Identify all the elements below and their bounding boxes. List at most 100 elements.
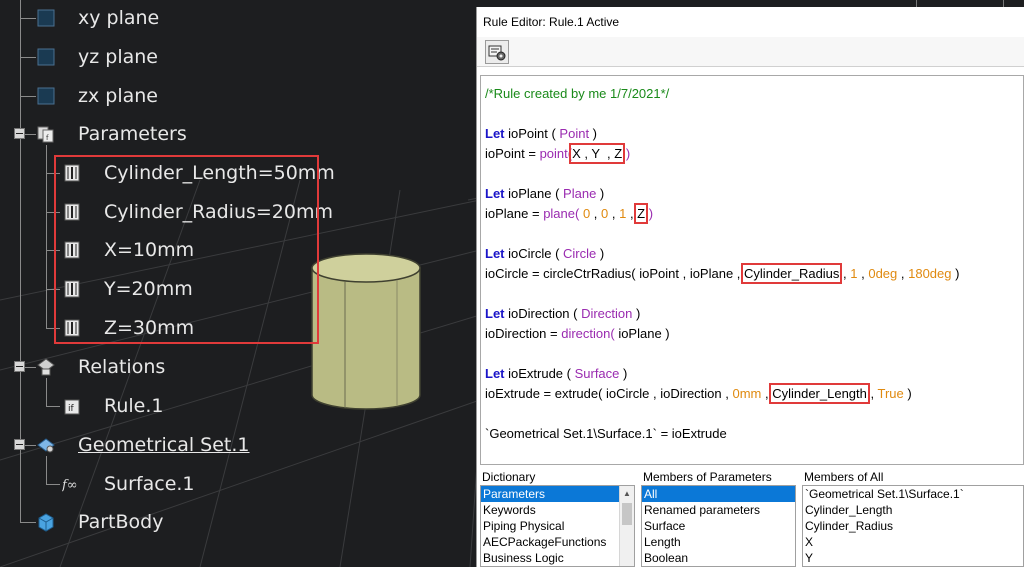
scroll-thumb[interactable] [622, 503, 632, 525]
tree-item-partbody[interactable]: PartBody [36, 509, 163, 535]
tree-item-rule[interactable]: if Rule.1 [62, 393, 164, 419]
code-type: Plane [563, 186, 597, 201]
code-text: ) [632, 306, 641, 321]
cylinder-model[interactable] [311, 253, 421, 410]
settings-icon [488, 45, 506, 60]
code-text: , [608, 206, 620, 221]
list-item[interactable]: Cylinder_Radius [803, 518, 1023, 534]
list-item[interactable]: All [642, 486, 795, 502]
list-item[interactable]: X [803, 534, 1023, 550]
dictionary-header: Dictionary [482, 470, 536, 484]
highlighted-length-arg: Cylinder_Length [769, 383, 870, 404]
code-text: ioExtrude ( [504, 366, 575, 381]
window-title: Rule Editor: Rule.1 Active [483, 15, 620, 29]
members-of-all-panel: Members of All `Geometrical Set.1\Surfac… [802, 469, 1024, 567]
parameters-highlight-box [54, 155, 319, 344]
code-function: point( [539, 146, 573, 161]
list-item[interactable]: Piping Physical [481, 518, 634, 534]
dictionary-panel: Dictionary Parameters Keywords Piping Ph… [480, 469, 635, 567]
tree-item-geometrical-set[interactable]: Geometrical Set.1 [36, 432, 250, 458]
highlighted-xyz-args: X , Y , Z [569, 143, 626, 164]
code-type: Circle [563, 246, 597, 261]
parameters-icon: f [36, 124, 56, 144]
list-item[interactable]: Cylinder_Length [803, 502, 1023, 518]
tree-item-parameters[interactable]: f Parameters [36, 121, 187, 147]
list-item[interactable]: AECPackageFunctions [481, 534, 634, 550]
relations-collapse-toggle[interactable] [14, 361, 25, 372]
code-text: ) [619, 366, 628, 381]
code-text: ioDirection = [485, 326, 562, 341]
code-text: ioPoint ( [504, 126, 560, 141]
code-type: Direction [581, 306, 633, 321]
code-text: ioExtrude = extrude( ioCircle , ioDirect… [485, 386, 733, 401]
plane-icon [36, 8, 56, 28]
plane-icon [36, 86, 56, 106]
highlighted-radius-arg: Cylinder_Radius [741, 263, 843, 284]
code-number: 0deg [868, 266, 898, 281]
members-of-parameters-header: Members of Parameters [643, 470, 772, 484]
rule-editor-window: Rule Editor: Rule.1 Active /*Rule create… [476, 7, 1024, 567]
keyword-let: Let [485, 186, 505, 201]
list-item[interactable]: Business Logic [481, 550, 634, 566]
list-item[interactable]: Parameters [481, 486, 634, 502]
relations-icon [36, 357, 56, 377]
code-text: ioPoint = [485, 146, 540, 161]
code-text: ioCircle = circleCtrRadius( ioPoint , io… [485, 266, 745, 281]
rule-settings-button[interactable] [485, 39, 509, 64]
code-text: ioPlane ( [504, 186, 564, 201]
code-type: Point [559, 126, 590, 141]
members-of-parameters-list[interactable]: All Renamed parameters Surface Length Bo… [641, 485, 796, 567]
tree-item-relations[interactable]: Relations [36, 354, 165, 380]
tree-item-zx-plane[interactable]: zx plane [36, 83, 158, 109]
code-text: `Geometrical Set.1\Surface.1` = ioExtrud… [485, 426, 727, 441]
code-text: , [626, 206, 638, 221]
code-function: plane( [543, 206, 580, 221]
tree-item-xy-plane[interactable]: xy plane [36, 5, 159, 31]
code-text: ) [951, 266, 960, 281]
rule-code-editor[interactable]: /*Rule created by me 1/7/2021*/ Let ioPo… [480, 75, 1024, 465]
list-item[interactable]: Y [803, 550, 1023, 566]
code-text: , [897, 266, 909, 281]
geometrical-set-collapse-toggle[interactable] [14, 439, 25, 450]
parameters-collapse-toggle[interactable] [14, 128, 25, 139]
list-item[interactable]: Keywords [481, 502, 634, 518]
keyword-let: Let [485, 126, 505, 141]
code-function: ) [645, 206, 654, 221]
code-text: ) [903, 386, 912, 401]
code-text: , [857, 266, 869, 281]
list-item[interactable]: `Geometrical Set.1\Surface.1` [803, 486, 1023, 502]
list-item[interactable]: Surface [642, 518, 795, 534]
code-number: 0mm [732, 386, 762, 401]
members-of-all-list[interactable]: `Geometrical Set.1\Surface.1` Cylinder_L… [802, 485, 1024, 567]
code-number: 0 [579, 206, 591, 221]
code-text: ) [589, 126, 598, 141]
rule-editor-toolbar [477, 37, 1024, 67]
keyword-let: Let [485, 306, 505, 321]
code-text: ioDirection ( [504, 306, 582, 321]
function-icon: f∞ [61, 474, 82, 494]
code-text: ioPlane = [485, 206, 544, 221]
list-item[interactable]: Boolean [642, 550, 795, 566]
members-of-all-header: Members of All [804, 470, 884, 484]
geometrical-set-icon [36, 435, 56, 455]
scroll-up-icon[interactable]: ▲ [620, 486, 634, 501]
code-text: ) [596, 186, 605, 201]
code-function: direction( [561, 326, 615, 341]
code-text: , [590, 206, 602, 221]
keyword-let: Let [485, 366, 505, 381]
code-text: , [761, 386, 773, 401]
code-function: ) [622, 146, 631, 161]
highlighted-z-arg: Z [634, 203, 649, 224]
tree-item-yz-plane[interactable]: yz plane [36, 44, 158, 70]
members-of-parameters-panel: Members of Parameters All Renamed parame… [641, 469, 796, 567]
code-boolean: True [877, 386, 904, 401]
code-comment: /*Rule created by me 1/7/2021*/ [485, 86, 670, 101]
dictionary-list[interactable]: Parameters Keywords Piping Physical AECP… [480, 485, 635, 567]
keyword-let: Let [485, 246, 505, 261]
window-title-bar[interactable]: Rule Editor: Rule.1 Active [477, 7, 1024, 37]
code-text: ) [596, 246, 605, 261]
scrollbar[interactable]: ▲ [619, 486, 634, 566]
list-item[interactable]: Length [642, 534, 795, 550]
list-item[interactable]: Renamed parameters [642, 502, 795, 518]
tree-item-surface[interactable]: f∞ Surface.1 [61, 471, 195, 497]
